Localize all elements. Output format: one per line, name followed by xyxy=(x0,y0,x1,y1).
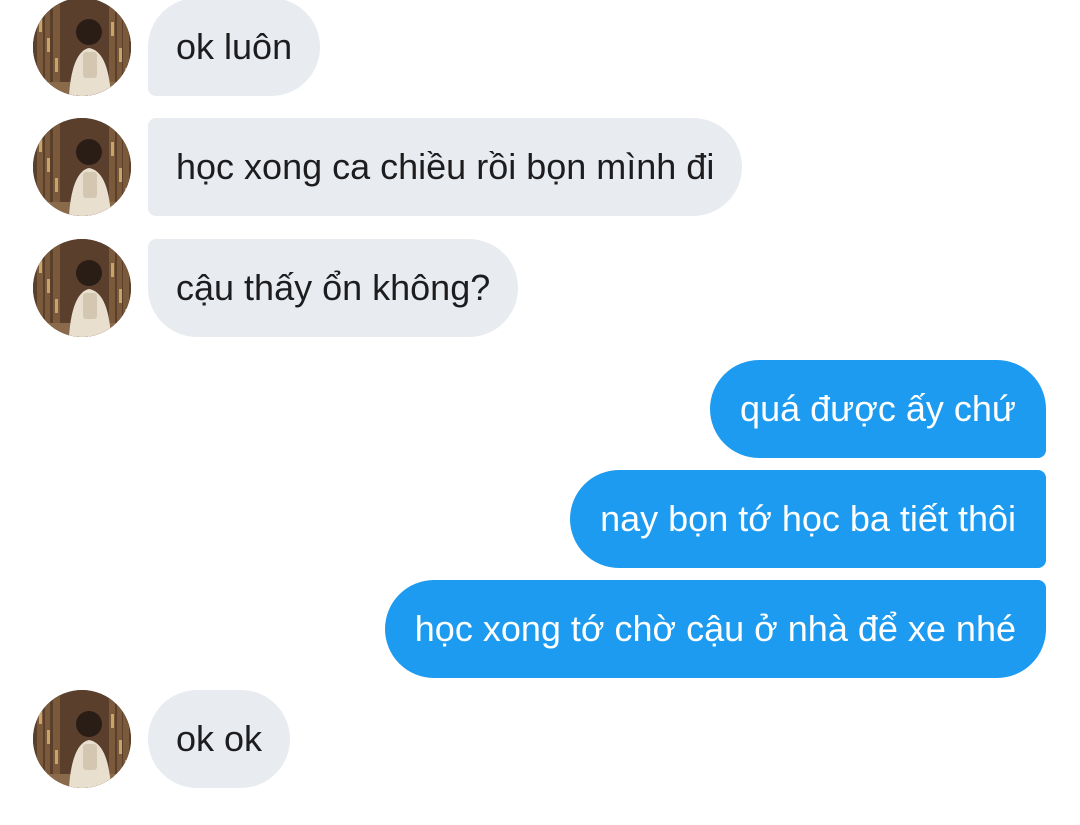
message-row-incoming: học xong ca chiều rồi bọn mình đi xyxy=(0,118,1080,216)
message-row-incoming: ok luôn xyxy=(0,0,1080,96)
message-bubble[interactable]: quá được ấy chứ xyxy=(710,360,1046,458)
message-text: ok luôn xyxy=(176,26,293,67)
message-bubble[interactable]: cậu thấy ổn không? xyxy=(148,239,519,337)
avatar-photo-icon xyxy=(33,0,131,96)
avatar[interactable] xyxy=(33,118,131,216)
message-text: nay bọn tớ học ba tiết thôi xyxy=(600,498,1016,539)
message-row-incoming: ok ok xyxy=(0,690,1080,788)
message-row-outgoing: nay bọn tớ học ba tiết thôi xyxy=(0,470,1080,568)
chat-thread: ok luôn học xong ca chiều rồi bọn mình đ… xyxy=(0,0,1080,825)
message-text: học xong ca chiều rồi bọn mình đi xyxy=(176,146,715,187)
message-bubble[interactable]: nay bọn tớ học ba tiết thôi xyxy=(570,470,1046,568)
message-text: học xong tớ chờ cậu ở nhà để xe nhé xyxy=(414,608,1016,649)
avatar[interactable] xyxy=(33,239,131,337)
avatar-photo-icon xyxy=(33,690,131,788)
message-bubble[interactable]: học xong ca chiều rồi bọn mình đi xyxy=(148,118,743,216)
message-text: quá được ấy chứ xyxy=(740,388,1016,429)
avatar[interactable] xyxy=(33,0,131,96)
message-row-outgoing: quá được ấy chứ xyxy=(0,360,1080,458)
message-text: ok ok xyxy=(176,718,263,759)
avatar-photo-icon xyxy=(33,118,131,216)
message-bubble[interactable]: ok luôn xyxy=(148,0,321,96)
message-row-incoming: cậu thấy ổn không? xyxy=(0,239,1080,337)
message-text: cậu thấy ổn không? xyxy=(176,267,491,308)
avatar[interactable] xyxy=(33,690,131,788)
avatar-photo-icon xyxy=(33,239,131,337)
message-row-outgoing: học xong tớ chờ cậu ở nhà để xe nhé xyxy=(0,580,1080,678)
message-bubble[interactable]: học xong tớ chờ cậu ở nhà để xe nhé xyxy=(384,580,1046,678)
message-bubble[interactable]: ok ok xyxy=(148,690,291,788)
